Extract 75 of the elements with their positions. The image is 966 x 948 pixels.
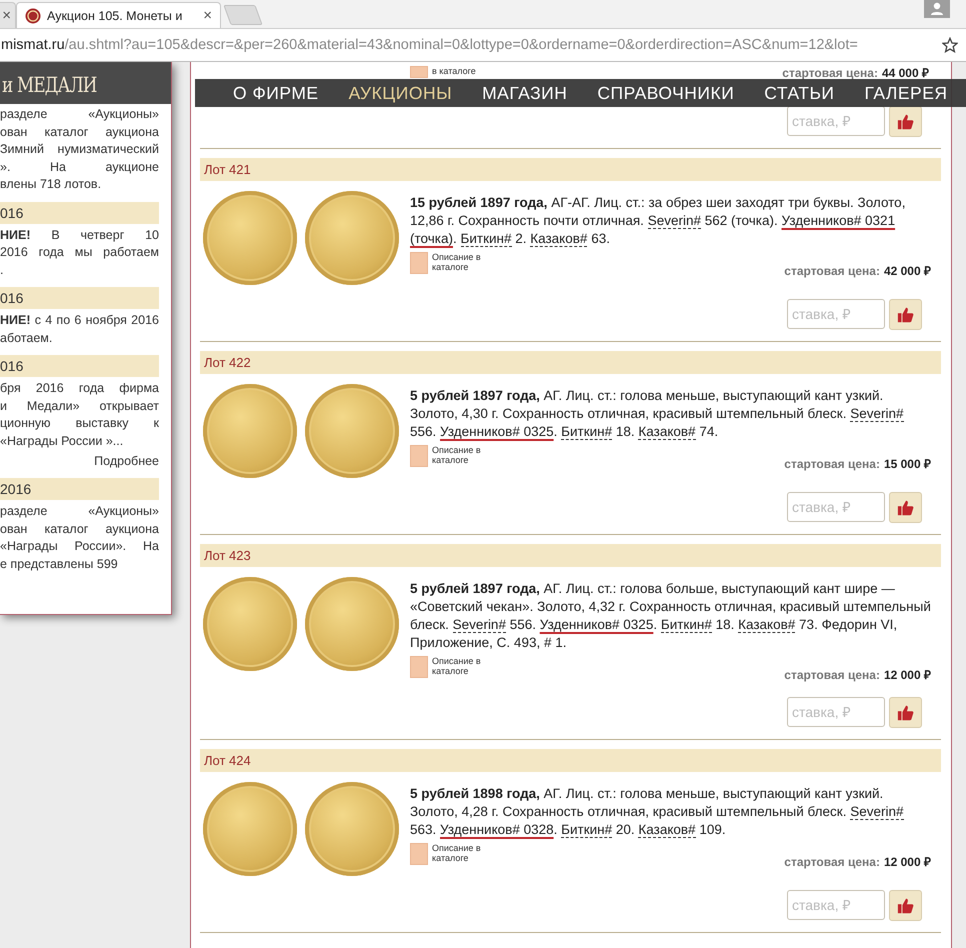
thumbs-up-icon bbox=[896, 306, 914, 324]
price-value: 15 000 ₽ bbox=[884, 456, 931, 472]
catalog-link[interactable]: в каталоге bbox=[432, 66, 492, 76]
news-date: 016 bbox=[0, 287, 159, 309]
thumbs-up-icon bbox=[896, 704, 914, 722]
price-value: 42 000 ₽ bbox=[884, 263, 931, 279]
lot-description: 15 рублей 1897 года, АГ-АГ. Лиц. ст.: за обрез шеи заходят три буквы. Золото, 12,86 г. Сохранность почти отличная. Severin# 562 (точка). Узденников# 0321 (точка). Биткин# 2. Казаков# 63. bbox=[410, 194, 906, 248]
browser-tab[interactable]: Аукцион 105. Монеты и × bbox=[16, 2, 221, 28]
reference-link[interactable]: Казаков# bbox=[530, 231, 588, 247]
bid-button[interactable] bbox=[889, 299, 922, 330]
catalog-link[interactable]: Описание в каталоге bbox=[432, 656, 492, 676]
news-date: 2016 bbox=[0, 478, 159, 500]
reference-link[interactable]: Биткин# bbox=[561, 822, 612, 838]
news-text: разделе «Аукционы» ован каталог аукциона «Награды России». На е представлены 599 bbox=[0, 503, 159, 573]
bid-field[interactable]: ставка, ₽ bbox=[787, 890, 885, 920]
catalog-link[interactable]: Описание в каталоге bbox=[432, 445, 492, 465]
bid-field[interactable]: ставка, ₽ bbox=[787, 299, 885, 329]
bid-field[interactable]: ставка, ₽ bbox=[787, 492, 885, 522]
reference-link[interactable]: Severin# bbox=[850, 406, 904, 422]
price-label: стартовая цена: bbox=[782, 66, 878, 80]
reference-link[interactable]: Казаков# bbox=[638, 822, 696, 838]
reference-link[interactable]: Биткин# bbox=[561, 424, 612, 440]
nav-link[interactable]: МАГАЗИН bbox=[482, 82, 568, 104]
bid-button[interactable] bbox=[889, 890, 922, 921]
nav-link[interactable]: АУКЦИОНЫ bbox=[348, 82, 452, 104]
bid-field[interactable]: ставка, ₽ bbox=[787, 106, 885, 136]
lot-description: 5 рублей 1898 года, АГ. Лиц. ст.: голова меньше, выступающий кант узкий. Золото, 4,28 г. Сохранность отличная, красивый штемпельный блеск. Severin# 563. Узденников# 0328. Биткин# 20. Казаков# 109. bbox=[410, 785, 905, 839]
lot-header: Лот 424 bbox=[200, 749, 941, 772]
price-value: 12 000 ₽ bbox=[884, 667, 931, 683]
price-value: 12 000 ₽ bbox=[884, 854, 931, 870]
nav-link[interactable]: СПРАВОЧНИКИ bbox=[597, 82, 734, 104]
news-text: бря 2016 года фирма и Медали» открывает ционную выставку к «Награды России »... bbox=[0, 380, 159, 450]
reference-link[interactable]: Severin# bbox=[850, 804, 904, 820]
bid-button[interactable] bbox=[889, 492, 922, 523]
news-text: разделе «Аукционы» ован каталог аукциона Зимний нумизматический ». На аукционе влены 718 лотов. bbox=[0, 106, 159, 193]
reference-link[interactable]: Казаков# bbox=[638, 424, 696, 440]
lot-description: 5 рублей 1897 года, АГ. Лиц. ст.: голова меньше, выступающий кант узкий. Золото, 4,30 г. Сохранность отличная, красивый штемпельный блеск. Severin# 556. Узденников# 0325. Биткин# 18. Казаков# 74. bbox=[410, 387, 905, 441]
close-icon[interactable]: × bbox=[2, 7, 11, 24]
site-logo[interactable]: и МЕДАЛИ bbox=[2, 73, 97, 97]
bid-field[interactable]: ставка, ₽ bbox=[787, 697, 885, 727]
catalog-link[interactable]: Описание в каталоге bbox=[432, 843, 492, 863]
site-logo-icon bbox=[25, 8, 41, 24]
browser-tab[interactable]: × bbox=[0, 2, 16, 28]
price-value: 44 000 ₽ bbox=[882, 66, 929, 80]
reference-link[interactable]: Казаков# bbox=[738, 617, 796, 633]
star-icon[interactable] bbox=[942, 37, 958, 53]
price-label: стартовая цена: bbox=[784, 264, 880, 278]
news-date: 016 bbox=[0, 202, 159, 224]
new-tab-button[interactable] bbox=[223, 5, 263, 25]
nav-link[interactable]: СТАТЬИ bbox=[764, 82, 835, 104]
news-text: НИЕ! В четверг 10 2016 года мы работаем . bbox=[0, 226, 159, 278]
nav-link[interactable]: ГАЛЕРЕЯ bbox=[864, 82, 948, 104]
price-label: стартовая цена: bbox=[784, 855, 880, 869]
more-link[interactable]: Подробнее bbox=[94, 454, 159, 468]
thumbs-up-icon bbox=[896, 896, 914, 914]
lot-description: 5 рублей 1897 года, АГ. Лиц. ст.: голова больше, выступающий кант шире — «Советский чекан». Золото, 4,32 г. Сохранность отличная, красивый штемпельный блеск. Severin# 556. Узденников# 0325. Биткин# 18. Казаков# 73. Федорин VI, Приложение, С. 493, # 1. bbox=[410, 580, 931, 652]
news-text: НИЕ! с 4 по 6 ноября 2016 аботаем. bbox=[0, 312, 159, 346]
bid-button[interactable] bbox=[889, 106, 922, 137]
lot-header: Лот 421 bbox=[200, 158, 941, 181]
thumbs-up-icon bbox=[896, 498, 914, 516]
price-label: стартовая цена: bbox=[784, 457, 880, 471]
thumbs-up-icon bbox=[896, 112, 914, 130]
user-icon[interactable] bbox=[924, 0, 950, 18]
lot-header: Лот 422 bbox=[200, 351, 941, 374]
reference-link[interactable]: Severin# bbox=[452, 617, 506, 633]
lot-header: Лот 423 bbox=[200, 544, 941, 567]
reference-link[interactable]: Severin# bbox=[648, 213, 701, 229]
reference-link[interactable]: Биткин# bbox=[460, 231, 512, 247]
catalog-link[interactable]: Описание в каталоге bbox=[432, 252, 492, 272]
bid-button[interactable] bbox=[889, 697, 922, 728]
nav-link[interactable]: О ФИРМЕ bbox=[233, 82, 319, 104]
news-date: 016 bbox=[0, 355, 159, 377]
reference-link[interactable]: Биткин# bbox=[660, 617, 712, 633]
price-label: стартовая цена: bbox=[784, 668, 880, 682]
close-icon[interactable]: × bbox=[203, 7, 212, 24]
